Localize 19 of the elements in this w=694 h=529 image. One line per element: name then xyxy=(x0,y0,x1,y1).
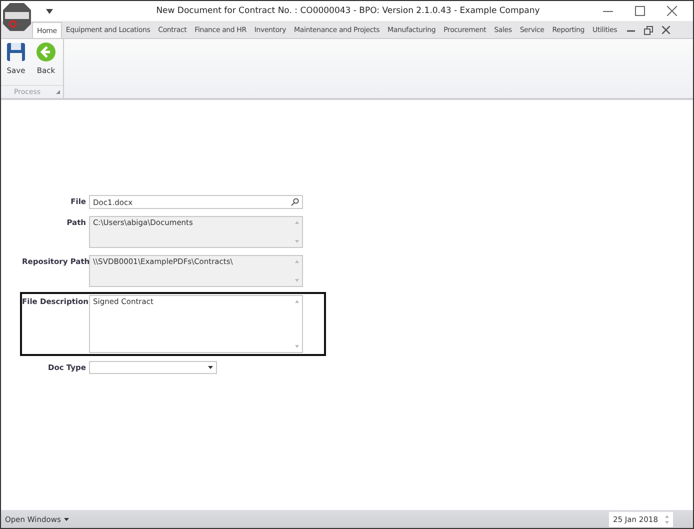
maximize-icon[interactable] xyxy=(635,6,645,16)
close-icon[interactable] xyxy=(667,6,677,16)
scroll-up-icon[interactable] xyxy=(295,260,299,263)
scroll-down-icon[interactable] xyxy=(295,279,299,282)
restore-icon[interactable] xyxy=(644,26,654,34)
close-icon[interactable] xyxy=(662,26,670,34)
scroll-down-icon[interactable] xyxy=(295,345,299,348)
spin-down-icon[interactable] xyxy=(665,520,669,524)
scroll-up-icon[interactable] xyxy=(295,221,299,224)
window-title: New Document for Contract No. : CO0000043 - BPO: Version 2.1.0.43 - Example Company xyxy=(155,6,541,16)
expand-corner-icon[interactable] xyxy=(56,90,60,94)
dropdown-field[interactable] xyxy=(89,361,217,374)
scroll-down-icon[interactable] xyxy=(295,240,299,243)
scroll-up-icon[interactable] xyxy=(295,300,299,303)
caret-icon xyxy=(64,518,69,520)
search-icon[interactable] xyxy=(291,198,299,206)
spin-up-icon[interactable] xyxy=(665,514,669,518)
dropdown-caret-icon[interactable] xyxy=(208,366,213,369)
dropdown-caret-icon[interactable] xyxy=(46,8,53,14)
